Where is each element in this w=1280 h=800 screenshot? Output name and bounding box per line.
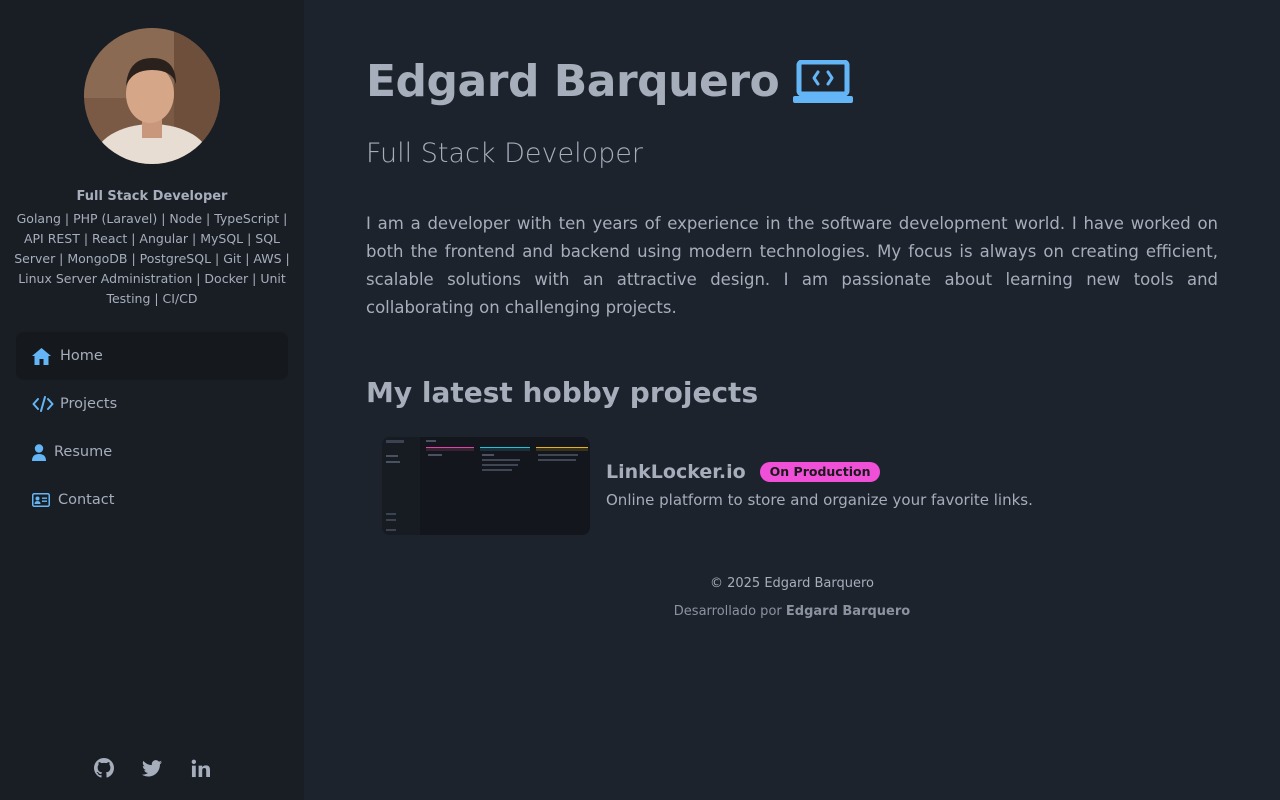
twitter-icon[interactable] [142, 756, 162, 780]
subtitle-role: Full Stack Developer [366, 138, 643, 169]
home-icon [32, 346, 52, 366]
footer-developed-prefix: Desarrollado por [673, 604, 782, 619]
status-badge: On Production [759, 462, 881, 482]
sidebar-title: Full Stack Developer [76, 189, 228, 204]
laptop-code-icon [793, 59, 854, 104]
skills-list: Golang | PHP (Laravel) | Node | TypeScri… [14, 211, 290, 306]
project-name[interactable]: LinkLocker.io [606, 461, 746, 483]
sidebar-item-projects[interactable]: Projects [16, 380, 288, 428]
footer-developer-name: Edgard Barquero [785, 604, 911, 619]
user-icon [32, 442, 46, 462]
sidebar-item-label: Contact [58, 492, 115, 508]
bio-paragraph: I am a developer with ten years of exper… [366, 214, 1218, 317]
sidebar: Full Stack Developer Golang | PHP (Larav… [0, 0, 304, 800]
footer-copyright: © 2025 Edgard Barquero [709, 576, 875, 591]
project-info: LinkLocker.io On Production Online platf… [606, 437, 1033, 535]
sidebar-item-resume[interactable]: Resume [16, 428, 288, 476]
sidebar-item-label: Projects [60, 396, 118, 412]
contact-card-icon [32, 490, 50, 510]
projects-heading: My latest hobby projects [366, 376, 759, 409]
code-icon [32, 394, 54, 414]
sidebar-item-contact[interactable]: Contact [16, 476, 288, 524]
avatar [84, 28, 220, 164]
sidebar-item-label: Resume [54, 444, 113, 460]
linkedin-icon[interactable] [190, 756, 210, 780]
page-title: Edgard Barquero [366, 56, 780, 107]
project-card[interactable]: LinkLocker.io On Production Online platf… [382, 437, 1033, 535]
project-description: Online platform to store and organize yo… [606, 491, 1033, 509]
github-icon[interactable] [94, 756, 114, 780]
sidebar-item-home[interactable]: Home [16, 332, 288, 380]
sidebar-nav: Home Projects Resume Contact [16, 332, 288, 524]
footer-developed-by: Desarrollado por Edgard Barquero [366, 604, 1218, 619]
project-header: LinkLocker.io On Production [606, 461, 1033, 483]
project-thumbnail[interactable] [382, 437, 590, 535]
header: Edgard Barquero [366, 56, 854, 107]
social-links [0, 756, 304, 780]
sidebar-item-label: Home [60, 348, 103, 364]
